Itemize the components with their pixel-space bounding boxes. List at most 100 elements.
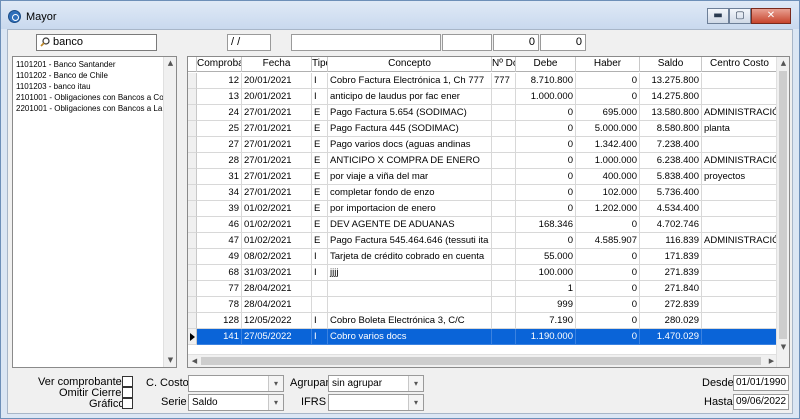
table-cell — [492, 329, 516, 345]
column-header[interactable]: Tipo — [312, 57, 328, 72]
account-list-item[interactable]: 1101202 - Banco de Chile — [13, 70, 163, 81]
table-row[interactable]: 78 28/04/2021 999 0 272.839 — [188, 297, 778, 313]
table-row[interactable]: 28 27/01/2021 E ANTICIPO X COMPRA DE ENERO 0… — [188, 153, 778, 169]
row-marker[interactable] — [188, 89, 197, 105]
table-cell: proyectos — [702, 169, 778, 185]
account-list-item[interactable]: 2201001 - Obligaciones con Bancos a La — [13, 103, 163, 114]
ledger-grid[interactable]: ComprobarFechaTipoConceptoNº DcDebeHaber… — [187, 56, 790, 368]
table-cell: 1 — [516, 281, 576, 297]
account-list-item[interactable]: 2101001 - Obligaciones con Bancos a Co — [13, 92, 163, 103]
table-cell: 4.702.746 — [640, 217, 702, 233]
row-marker[interactable] — [188, 249, 197, 265]
row-marker[interactable] — [188, 217, 197, 233]
row-marker[interactable] — [188, 105, 197, 121]
desde-date-input[interactable]: 01/01/1990 — [733, 375, 789, 391]
table-cell — [492, 281, 516, 297]
account-list-item[interactable]: 1101203 - banco itau — [13, 81, 163, 92]
search-input[interactable]: banco — [36, 34, 157, 51]
c-costo-select[interactable]: ▾ — [188, 375, 284, 392]
row-marker[interactable] — [188, 73, 197, 89]
number-filter-input-1[interactable]: 0 — [493, 34, 539, 51]
row-marker[interactable] — [188, 297, 197, 313]
table-row[interactable]: 141 27/05/2022 I Cobro varios docs 1.190.000… — [188, 329, 778, 345]
table-row[interactable]: 34 27/01/2021 Ecompletar fondo de enzo 0 102… — [188, 185, 778, 201]
horizontal-scroll-thumb[interactable] — [201, 357, 761, 365]
column-header[interactable]: Concepto — [328, 57, 492, 72]
table-cell: por importacion de enero — [328, 201, 492, 217]
row-marker[interactable] — [188, 265, 197, 281]
hasta-date-input[interactable]: 09/06/2022 — [733, 394, 789, 410]
column-header[interactable]: Haber — [576, 57, 640, 72]
omitir-cierres-checkbox[interactable] — [122, 387, 133, 398]
table-cell — [492, 217, 516, 233]
table-row[interactable]: 13 20/01/2021 Ianticipo de laudus por fac … — [188, 89, 778, 105]
row-marker[interactable] — [188, 329, 197, 345]
maximize-button[interactable]: ▢ — [729, 8, 751, 24]
grid-scroll-up-icon[interactable]: ▲ — [777, 57, 789, 70]
row-marker[interactable] — [188, 201, 197, 217]
agrupar-select[interactable]: sin agrupar ▾ — [328, 375, 424, 392]
table-row[interactable]: 77 28/04/2021 1 0 271.840 — [188, 281, 778, 297]
column-header[interactable]: Comprobar — [197, 57, 242, 72]
table-row[interactable]: 128 12/05/2022 I Cobro Boleta Electrónica 3… — [188, 313, 778, 329]
account-list-item[interactable]: 1101201 - Banco Santander — [13, 59, 163, 70]
scroll-down-icon[interactable]: ▼ — [164, 354, 176, 367]
account-list[interactable]: 1101201 - Banco Santander 1101202 - Banco… — [12, 56, 177, 368]
table-row[interactable]: 27 27/01/2021 E Pago varios docs (aguas and… — [188, 137, 778, 153]
grafico-checkbox[interactable] — [122, 398, 133, 409]
table-cell — [702, 329, 778, 345]
table-cell: 5.000.000 — [576, 121, 640, 137]
chevron-down-icon[interactable]: ▾ — [268, 395, 283, 410]
table-row[interactable]: 12 20/01/2021 I Cobro Factura Electrónica 1… — [188, 73, 778, 89]
table-cell: Cobro Factura Electrónica 1, Ch 777 — [328, 73, 492, 89]
table-row[interactable]: 46 01/02/2021 E DEV AGENTE DE ADUANAS 168.34… — [188, 217, 778, 233]
scroll-left-icon[interactable]: ◀ — [188, 355, 201, 367]
minimize-button[interactable]: ▬ — [707, 8, 729, 24]
ifrs-select[interactable]: ▾ — [328, 394, 424, 411]
row-marker[interactable] — [188, 233, 197, 249]
table-cell: 13 — [197, 89, 242, 105]
row-marker[interactable] — [188, 137, 197, 153]
table-row[interactable]: 49 08/02/2021 I Tarjeta de crédito cobrado … — [188, 249, 778, 265]
table-row[interactable]: 68 31/03/2021 Ijjjj 100.000 0 271.839 — [188, 265, 778, 281]
row-marker[interactable] — [188, 121, 197, 137]
column-header[interactable]: Centro Costo — [702, 57, 778, 72]
table-row[interactable]: 31 27/01/2021 Epor viaje a viña del mar 0 40… — [188, 169, 778, 185]
grid-vertical-scrollbar[interactable]: ▲ ▼ — [776, 57, 789, 367]
row-marker[interactable] — [188, 185, 197, 201]
close-button[interactable]: ✕ — [751, 8, 791, 24]
chevron-down-icon[interactable]: ▾ — [408, 376, 423, 391]
grid-header: ComprobarFechaTipoConceptoNº DcDebeHaber… — [188, 57, 778, 72]
grid-scroll-down-icon[interactable]: ▼ — [777, 341, 789, 354]
scroll-up-icon[interactable]: ▲ — [164, 57, 176, 70]
text-filter-input-2[interactable] — [442, 34, 492, 51]
row-marker[interactable] — [188, 313, 197, 329]
column-header[interactable]: Nº Dc — [492, 57, 516, 72]
date-filter-input[interactable]: / / — [227, 34, 271, 51]
table-row[interactable]: 47 01/02/2021 E Pago Factura 545.464.646 (t… — [188, 233, 778, 249]
row-marker[interactable] — [188, 169, 197, 185]
text-filter-input-1[interactable] — [291, 34, 441, 51]
table-cell — [492, 313, 516, 329]
ver-comprobantes-checkbox[interactable] — [122, 376, 133, 387]
row-marker[interactable] — [188, 153, 197, 169]
column-header[interactable]: Fecha — [242, 57, 312, 72]
table-cell: 28/04/2021 — [242, 297, 312, 313]
chevron-down-icon[interactable]: ▾ — [408, 395, 423, 410]
title-bar[interactable]: Mayor ▬ ▢ ✕ — [1, 1, 799, 29]
table-cell: I — [312, 73, 328, 89]
account-list-scrollbar[interactable]: ▲ ▼ — [163, 57, 176, 367]
table-row[interactable]: 39 01/02/2021 Epor importacion de enero 0 1.… — [188, 201, 778, 217]
number-filter-input-2[interactable]: 0 — [540, 34, 586, 51]
app-icon — [8, 10, 21, 23]
chevron-down-icon[interactable]: ▾ — [268, 376, 283, 391]
row-marker[interactable] — [188, 281, 197, 297]
table-row[interactable]: 25 27/01/2021 E Pago Factura 445 (SODIMAC) 0… — [188, 121, 778, 137]
serie-select[interactable]: Saldo ▾ — [188, 394, 284, 411]
grid-horizontal-scrollbar[interactable]: ◀ ▶ — [188, 354, 778, 367]
table-row[interactable]: 24 27/01/2021 E Pago Factura 5.654 (SODIMAC… — [188, 105, 778, 121]
vertical-scroll-thumb[interactable] — [779, 71, 787, 339]
table-cell: Pago Factura 5.654 (SODIMAC) — [328, 105, 492, 121]
column-header[interactable]: Debe — [516, 57, 576, 72]
column-header[interactable]: Saldo — [640, 57, 702, 72]
